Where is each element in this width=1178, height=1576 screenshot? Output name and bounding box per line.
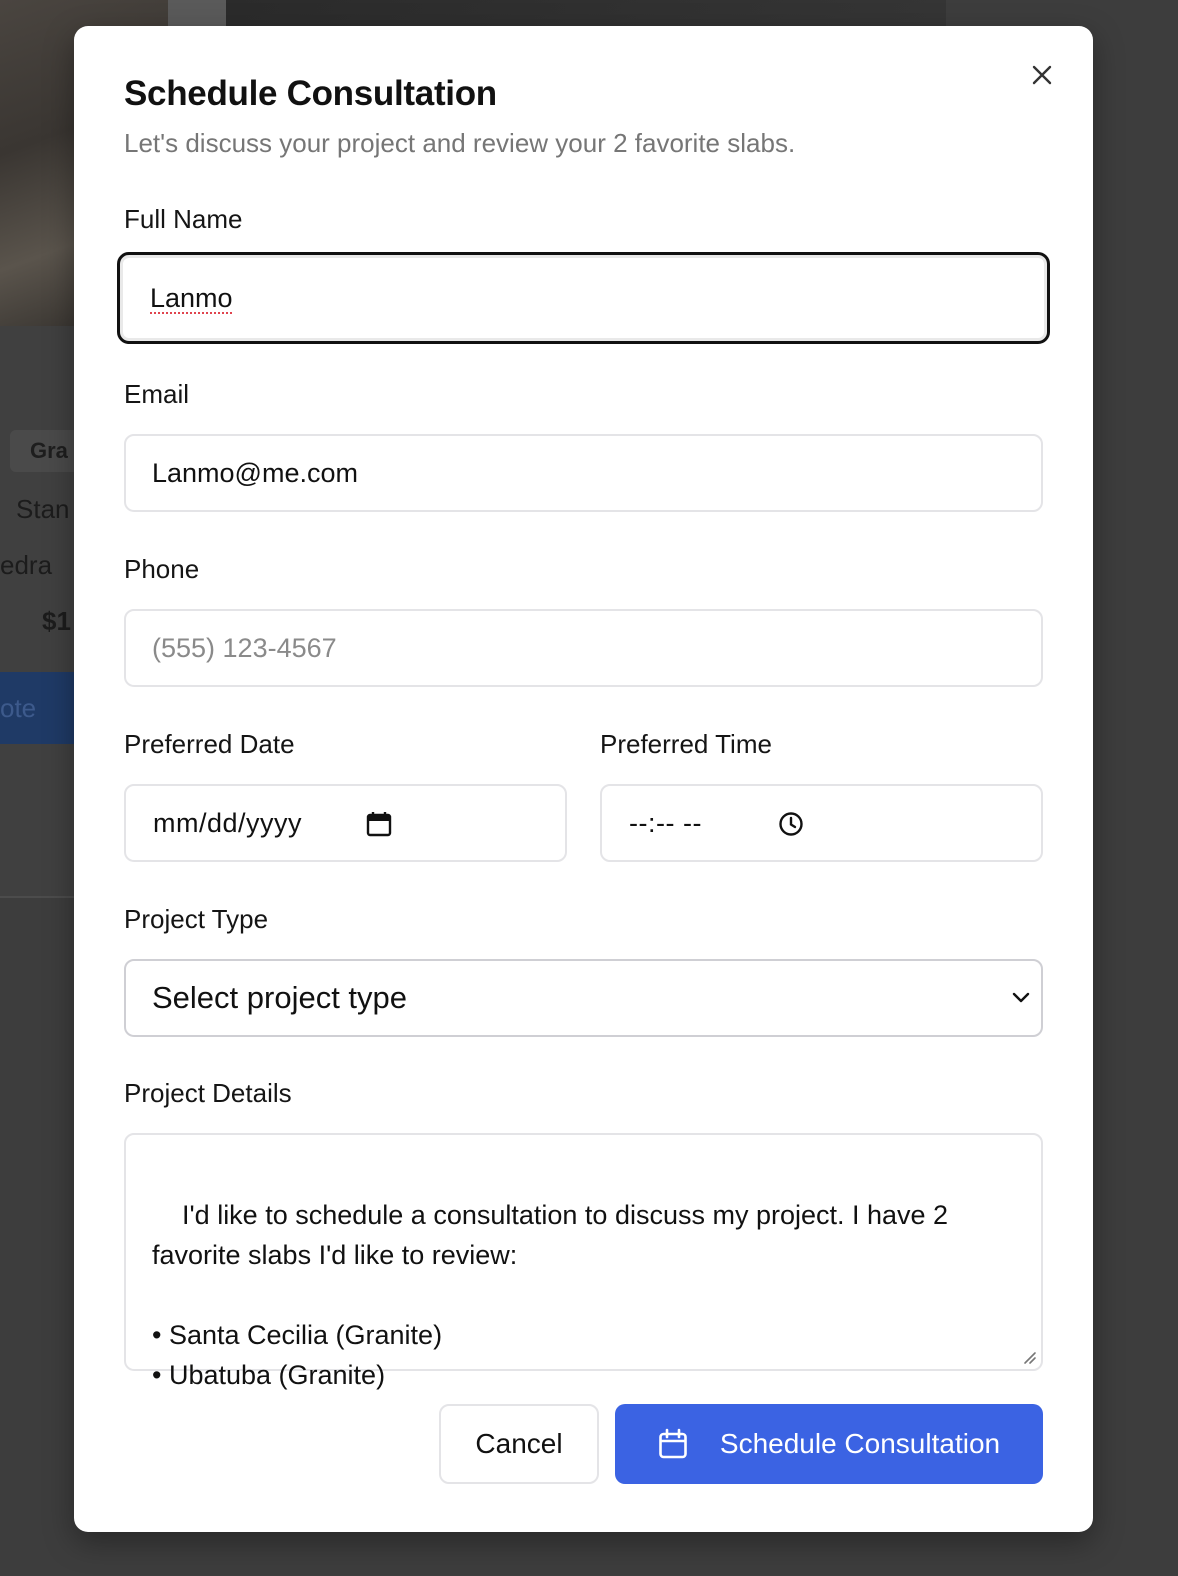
slab-origin-text: edra — [0, 550, 53, 580]
clock-icon[interactable] — [778, 811, 804, 837]
schedule-consultation-dialog: Schedule Consultation Let's discuss your… — [74, 26, 1093, 1532]
email-value: Lanmo@me.com — [152, 457, 358, 488]
dialog-title: Schedule Consultation — [124, 74, 497, 113]
slab-price: $1 — [42, 606, 71, 636]
phone-placeholder: (555) 123-4567 — [152, 632, 337, 663]
preferred-date-label: Preferred Date — [124, 729, 295, 759]
slab-name-text: Stan — [16, 494, 70, 524]
project-type-select[interactable]: Select project type — [124, 959, 1043, 1037]
quote-button: ote — [0, 672, 80, 744]
category-badge: Gra — [10, 430, 80, 472]
preferred-time-label: Preferred Time — [600, 729, 772, 759]
project-type-label: Project Type — [124, 904, 269, 934]
project-type-selected: Select project type — [152, 980, 408, 1015]
email-input[interactable]: Lanmo@me.com — [124, 434, 1043, 512]
schedule-consultation-button-label: Schedule Consultation — [719, 1428, 1001, 1459]
email-label: Email — [124, 379, 190, 409]
slab-image — [226, 0, 946, 28]
resize-handle-icon[interactable] — [1021, 1349, 1037, 1365]
close-icon — [1032, 65, 1052, 85]
chevron-down-icon — [1012, 992, 1030, 1003]
full-name-label: Full Name — [124, 204, 243, 234]
cancel-button-label: Cancel — [475, 1428, 563, 1459]
phone-input[interactable]: (555) 123-4567 — [124, 609, 1043, 687]
calendar-icon — [659, 1428, 687, 1459]
slab-image-strip — [168, 0, 226, 28]
calendar-icon[interactable] — [366, 811, 392, 837]
project-details-label: Project Details — [124, 1078, 292, 1108]
phone-label: Phone — [124, 554, 200, 584]
schedule-consultation-button[interactable]: Schedule Consultation — [615, 1404, 1043, 1484]
full-name-input[interactable]: Lanmo — [117, 252, 1050, 344]
date-placeholder: mm/dd/yyyy — [153, 807, 303, 838]
close-button[interactable] — [1029, 62, 1055, 88]
divider — [0, 896, 80, 898]
project-details-value: I'd like to schedule a consultation to d… — [152, 1200, 949, 1390]
project-details-textarea[interactable]: I'd like to schedule a consultation to d… — [124, 1133, 1043, 1390]
cancel-button[interactable]: Cancel — [439, 1404, 599, 1484]
full-name-value: Lanmo — [150, 282, 233, 313]
dialog-subtitle: Let's discuss your project and review yo… — [124, 128, 796, 158]
preferred-date-input[interactable]: mm/dd/yyyy — [124, 784, 567, 862]
preferred-time-input[interactable]: --:-- -- — [600, 784, 1043, 862]
time-placeholder: --:-- -- — [629, 807, 702, 838]
